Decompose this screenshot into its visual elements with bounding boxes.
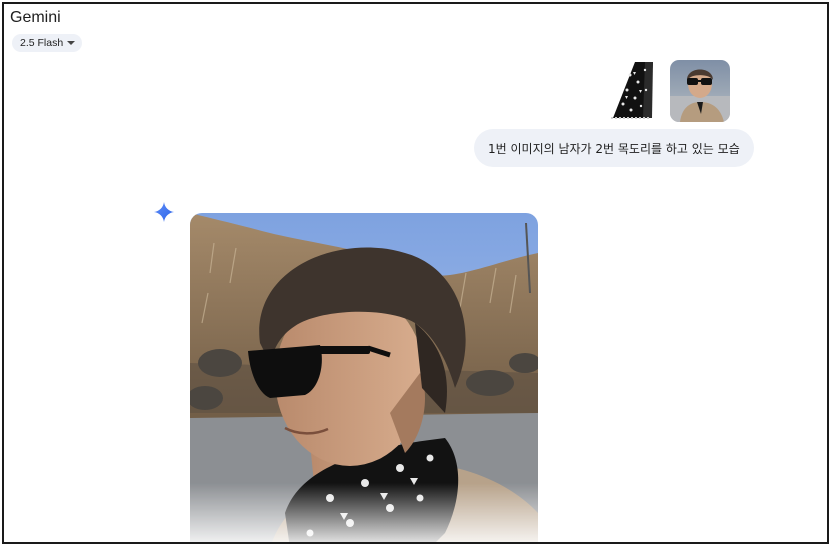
user-message-text: 1번 이미지의 남자가 2번 목도리를 하고 있는 모습 — [488, 141, 740, 156]
chevron-down-icon — [67, 41, 76, 45]
generated-image-icon — [190, 213, 538, 542]
app-title: Gemini — [10, 9, 61, 26]
gemini-spark-icon — [154, 202, 174, 222]
model-label: 2.5 Flash — [20, 37, 64, 49]
model-selector-button[interactable]: 2.5 Flash — [12, 34, 83, 52]
attachment-image-2[interactable] — [670, 60, 730, 122]
man-photo-icon — [670, 69, 730, 122]
scarf-image-icon — [611, 62, 653, 119]
attachment-image-1[interactable] — [605, 60, 665, 122]
app-window: Gemini 2.5 Flash 1번 이미지의 남자가 2번 목도리를 하고 … — [2, 2, 829, 544]
user-message-bubble: 1번 이미지의 남자가 2번 목도리를 하고 있는 모습 — [474, 129, 754, 167]
generated-image[interactable] — [190, 213, 538, 542]
